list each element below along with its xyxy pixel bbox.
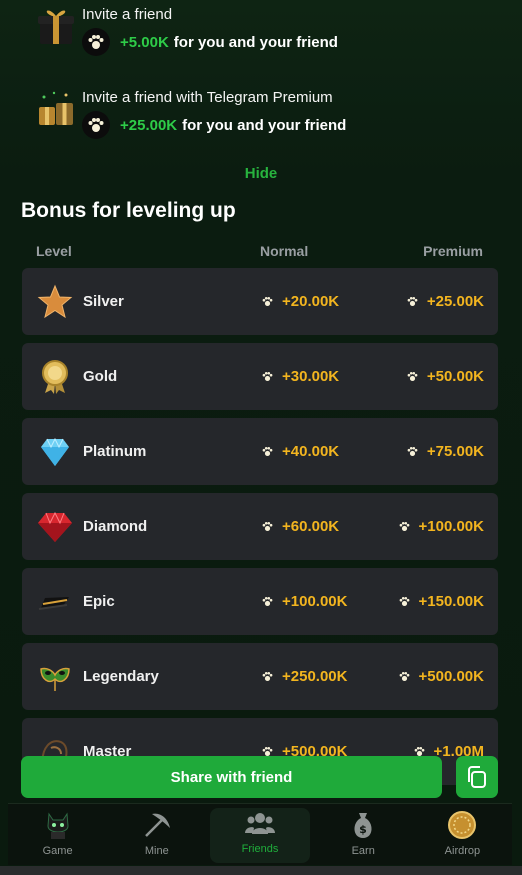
normal-bonus: +20.00K [261, 293, 339, 310]
friends-page: Invite a friend +5.00K for you and your … [0, 0, 522, 875]
column-premium-header: Premium [423, 243, 483, 259]
invite-subtext: for you and your friend [173, 33, 338, 51]
normal-bonus-value: +20.00K [282, 293, 340, 310]
star-icon [36, 283, 74, 321]
premium-bonus: +500.00K [398, 668, 484, 685]
friends-icon [244, 808, 276, 839]
invite-premium-friend-item[interactable]: Invite a friend with Telegram Premium +2… [36, 89, 346, 139]
level-row-silver: Silver +20.00K +25.00K [22, 268, 498, 335]
level-row-epic: Epic +100.00K +150.00K [22, 568, 498, 635]
level-row-platinum: Platinum +40.00K +75.00K [22, 418, 498, 485]
nav-item-earn[interactable]: $ Earn [314, 804, 413, 865]
paw-icon [407, 446, 418, 457]
level-row-legendary: Legendary +250.00K +500.00K [22, 643, 498, 710]
ruby-icon [36, 508, 74, 546]
nav-item-game[interactable]: Game [8, 804, 107, 865]
premium-bonus: +50.00K [406, 368, 484, 385]
cat-icon [42, 809, 74, 841]
premium-bonus: +150.00K [398, 593, 484, 610]
nav-item-airdrop[interactable]: Airdrop [413, 804, 512, 865]
paw-icon [407, 371, 418, 382]
invite-subtext: for you and your friend [182, 116, 347, 134]
normal-bonus-value: +60.00K [282, 518, 340, 535]
section-title: Bonus for leveling up [21, 199, 236, 222]
normal-bonus-value: +40.00K [282, 443, 340, 460]
nav-label: Earn [351, 845, 375, 857]
paw-icon [262, 296, 273, 307]
diamond-icon [36, 433, 74, 471]
copy-icon [468, 766, 486, 788]
normal-bonus-value: +30.00K [282, 368, 340, 385]
premium-bonus-value: +500.00K [418, 668, 484, 685]
invite-title: Invite a friend [82, 6, 173, 23]
nav-label: Airdrop [444, 845, 481, 857]
normal-bonus: +60.00K [261, 518, 339, 535]
nav-item-mine[interactable]: Mine [107, 804, 206, 865]
column-level-header: Level [36, 243, 72, 259]
paw-icon [262, 671, 273, 682]
level-name: Epic [83, 593, 115, 610]
paw-icon [399, 521, 409, 532]
share-with-friend-button[interactable]: Share with friend [21, 756, 442, 798]
nav-label: Friends [241, 843, 279, 855]
level-name: Gold [83, 368, 118, 385]
gift-box-icon [36, 6, 76, 46]
paw-icon [399, 671, 409, 682]
premium-bonus-value: +150.00K [418, 593, 484, 610]
premium-bonus: +100.00K [398, 518, 484, 535]
paw-coin-icon [82, 28, 110, 56]
normal-bonus-value: +250.00K [282, 668, 348, 685]
level-name: Legendary [83, 668, 159, 685]
normal-bonus: +40.00K [261, 443, 339, 460]
medal-icon [36, 358, 74, 396]
normal-bonus: +30.00K [261, 368, 339, 385]
level-name: Diamond [83, 518, 148, 535]
normal-bonus-value: +100.00K [282, 593, 348, 610]
nav-item-friends[interactable]: Friends [210, 808, 310, 863]
hide-link[interactable]: Hide [0, 165, 522, 182]
bottom-nav: Game Mine Friends $ Earn Airdrop [8, 803, 512, 865]
paw-icon [262, 596, 273, 607]
level-row-gold: Gold +30.00K +50.00K [22, 343, 498, 410]
premium-bonus-value: +50.00K [426, 368, 484, 385]
coin-icon [446, 809, 478, 841]
level-name: Platinum [83, 443, 147, 460]
premium-bonus: +75.00K [406, 443, 484, 460]
invite-friend-item[interactable]: Invite a friend +5.00K for you and your … [36, 6, 338, 56]
paw-icon [262, 521, 273, 532]
level-name: Silver [83, 293, 124, 310]
column-normal-header: Normal [260, 243, 309, 259]
level-row-diamond: Diamond +60.00K +100.00K [22, 493, 498, 560]
paw-icon [262, 446, 273, 457]
premium-bonus-value: +25.00K [426, 293, 484, 310]
invite-amount: +25.00K [120, 116, 178, 134]
premium-bonus-value: +75.00K [426, 443, 484, 460]
normal-bonus: +250.00K [261, 668, 347, 685]
paw-icon [407, 296, 418, 307]
pickaxe-icon [141, 809, 173, 841]
money-bag-icon: $ [347, 809, 379, 841]
paw-coin-icon [82, 111, 110, 139]
invite-amount: +5.00K [120, 33, 169, 51]
premium-bonus-value: +100.00K [418, 518, 484, 535]
invite-title: Invite a friend with Telegram Premium [82, 89, 333, 106]
nav-label: Game [42, 845, 73, 857]
paw-icon [399, 596, 409, 607]
copy-link-button[interactable] [456, 756, 498, 798]
premium-bonus: +25.00K [406, 293, 484, 310]
svg-text:$: $ [359, 823, 367, 836]
paw-icon [262, 371, 273, 382]
nav-label: Mine [144, 845, 169, 857]
hat-icon [36, 583, 74, 621]
mask-icon [36, 658, 74, 696]
gift-boxes-icon [36, 89, 76, 129]
bottom-strip [0, 866, 522, 875]
normal-bonus: +100.00K [261, 593, 347, 610]
